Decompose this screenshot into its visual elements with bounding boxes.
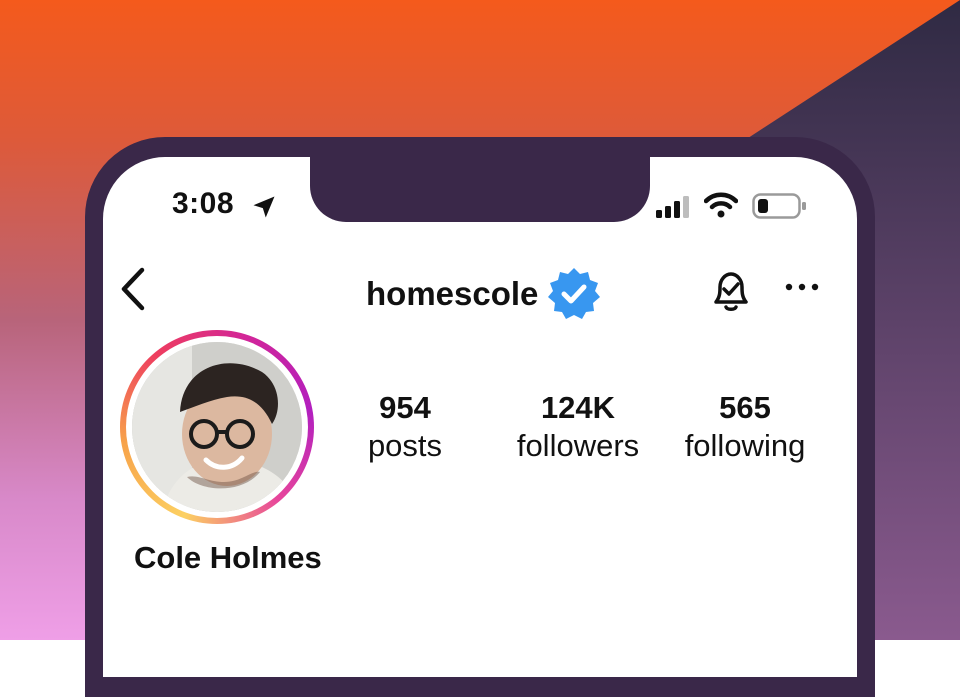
stat-posts[interactable]: 954 posts [350, 390, 460, 464]
story-ring[interactable] [120, 330, 314, 524]
username: homescole [366, 275, 539, 312]
stat-following-value: 565 [719, 390, 771, 425]
battery-icon [752, 193, 806, 219]
stat-followers[interactable]: 124K followers [498, 390, 658, 464]
bell-icon[interactable] [708, 268, 754, 314]
stat-followers-label: followers [516, 428, 640, 463]
back-chevron-icon[interactable] [118, 266, 150, 312]
verified-badge-icon [548, 268, 601, 319]
stat-following[interactable]: 565 following [672, 390, 818, 464]
location-arrow-icon [253, 196, 275, 218]
avatar-photo [132, 342, 302, 512]
more-icon[interactable] [784, 282, 820, 292]
stat-followers-value: 124K [540, 390, 616, 425]
stat-posts-value: 954 [379, 390, 431, 425]
wifi-icon [704, 192, 738, 218]
stat-following-label: following [684, 428, 806, 463]
cellular-signal-icon [656, 196, 689, 218]
status-time: 3:08 [172, 187, 235, 220]
display-name: Cole Holmes [134, 540, 322, 575]
phone-notch [310, 150, 650, 222]
avatar[interactable] [132, 342, 302, 512]
profile-header: homescole [366, 266, 602, 322]
stat-posts-label: posts [367, 428, 443, 463]
